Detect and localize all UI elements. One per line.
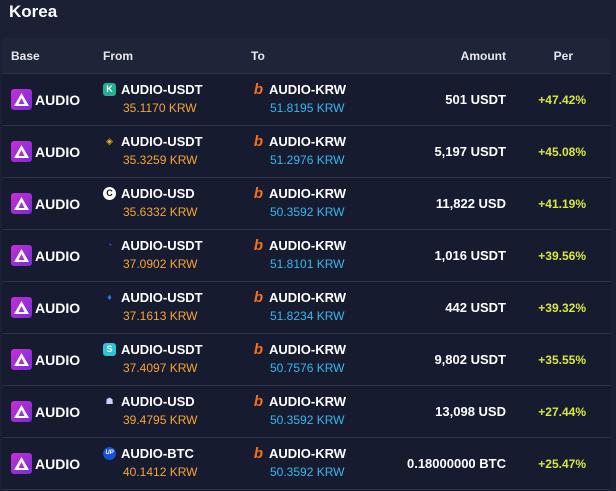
from-price: 37.4097 KRW <box>123 361 198 375</box>
gate-icon[interactable]: ◔ <box>103 239 116 252</box>
from-pair[interactable]: AUDIO-USDT <box>121 82 203 97</box>
to-price: 50.3592 KRW <box>270 465 345 479</box>
amount: 501 USDT <box>445 92 506 107</box>
from-price: 35.1170 KRW <box>123 101 197 115</box>
audio-icon <box>11 245 32 266</box>
bithumb-icon[interactable]: b <box>252 82 265 97</box>
binance-icon[interactable]: ◈ <box>103 135 116 148</box>
bithumb-icon[interactable]: b <box>252 290 265 305</box>
to-pair[interactable]: AUDIO-KRW <box>269 394 346 409</box>
from-price: 37.1613 KRW <box>123 309 198 323</box>
per-percent: +39.32% <box>538 301 586 315</box>
from-pair[interactable]: AUDIO-USDT <box>121 290 203 305</box>
per-percent: +45.08% <box>538 145 586 159</box>
audio-icon <box>11 349 32 370</box>
amount: 5,197 USDT <box>434 144 506 159</box>
coinbase-icon[interactable]: C <box>103 187 116 200</box>
table-header: Base From To Amount Per <box>2 38 611 74</box>
from-pair[interactable]: AUDIO-USDT <box>121 342 203 357</box>
base-asset[interactable]: AUDIO <box>35 144 80 160</box>
audio-icon <box>11 453 32 474</box>
audio-icon <box>11 141 32 162</box>
audio-icon <box>11 401 32 422</box>
per-percent: +35.55% <box>538 353 586 367</box>
from-price: 35.3259 KRW <box>123 153 198 167</box>
to-price: 51.8101 KRW <box>270 257 345 271</box>
bithumb-icon[interactable]: b <box>252 186 265 201</box>
table-row[interactable]: AUDIO UP AUDIO-BTC 40.1412 KRW b AUDIO-K… <box>2 438 611 490</box>
header-amount[interactable]: Amount <box>461 49 506 63</box>
from-pair[interactable]: AUDIO-USD <box>121 394 195 409</box>
base-asset[interactable]: AUDIO <box>35 248 80 264</box>
to-pair[interactable]: AUDIO-KRW <box>269 290 346 305</box>
section-header: Korea <box>0 0 616 30</box>
audio-icon <box>11 89 32 110</box>
per-percent: +47.42% <box>538 93 586 107</box>
table-row[interactable]: AUDIO K AUDIO-USDT 35.1170 KRW b AUDIO-K… <box>2 74 611 126</box>
header-per[interactable]: Per <box>554 49 573 63</box>
amount: 11,822 USD <box>435 196 506 211</box>
per-percent: +39.56% <box>538 249 586 263</box>
from-price: 40.1412 KRW <box>123 465 198 479</box>
bithumb-icon[interactable]: b <box>252 446 265 461</box>
kraken-icon[interactable]: ☗ <box>103 395 116 408</box>
table-row[interactable]: AUDIO C AUDIO-USD 35.6332 KRW b AUDIO-KR… <box>2 178 611 230</box>
header-from[interactable]: From <box>103 49 133 63</box>
per-percent: +25.47% <box>538 457 586 471</box>
amount: 1,016 USDT <box>434 248 506 263</box>
base-asset[interactable]: AUDIO <box>35 456 80 472</box>
from-pair[interactable]: AUDIO-USD <box>121 186 195 201</box>
to-price: 50.3592 KRW <box>270 205 345 219</box>
audio-icon <box>11 193 32 214</box>
table-row[interactable]: AUDIO ☗ AUDIO-USD 39.4795 KRW b AUDIO-KR… <box>2 386 611 438</box>
per-percent: +27.44% <box>538 405 586 419</box>
header-base[interactable]: Base <box>11 49 40 63</box>
to-price: 50.7576 KRW <box>270 361 345 375</box>
base-asset[interactable]: AUDIO <box>35 404 80 420</box>
header-to[interactable]: To <box>251 49 265 63</box>
to-pair[interactable]: AUDIO-KRW <box>269 82 346 97</box>
table-row[interactable]: AUDIO ♦ AUDIO-USDT 37.1613 KRW b AUDIO-K… <box>2 282 611 334</box>
bithumb-icon[interactable]: b <box>252 394 265 409</box>
upbit-icon[interactable]: UP <box>103 447 116 460</box>
to-pair[interactable]: AUDIO-KRW <box>269 342 346 357</box>
amount: 13,098 USD <box>435 404 506 419</box>
from-pair[interactable]: AUDIO-USDT <box>121 238 203 253</box>
amount: 442 USDT <box>445 300 506 315</box>
table-row[interactable]: AUDIO ◈ AUDIO-USDT 35.3259 KRW b AUDIO-K… <box>2 126 611 178</box>
from-pair[interactable]: AUDIO-USDT <box>121 134 203 149</box>
arbitrage-table: Base From To Amount Per AUDIO K AUDIO-US… <box>2 38 611 491</box>
amount: 9,802 USDT <box>434 352 506 367</box>
from-pair[interactable]: AUDIO-BTC <box>121 446 194 461</box>
from-price: 37.0902 KRW <box>123 257 198 271</box>
base-asset[interactable]: AUDIO <box>35 300 80 316</box>
section-title: Korea <box>9 2 58 21</box>
to-price: 50.3592 KRW <box>270 413 345 427</box>
to-pair[interactable]: AUDIO-KRW <box>269 238 346 253</box>
bybit-icon[interactable]: S <box>103 343 116 356</box>
table-row[interactable]: AUDIO S AUDIO-USDT 37.4097 KRW b AUDIO-K… <box>2 334 611 386</box>
base-asset[interactable]: AUDIO <box>35 196 80 212</box>
table-row[interactable]: AUDIO ◔ AUDIO-USDT 37.0902 KRW b AUDIO-K… <box>2 230 611 282</box>
huobi-icon[interactable]: ♦ <box>103 291 116 304</box>
from-price: 39.4795 KRW <box>123 413 198 427</box>
base-asset[interactable]: AUDIO <box>35 92 80 108</box>
to-pair[interactable]: AUDIO-KRW <box>269 134 346 149</box>
bithumb-icon[interactable]: b <box>252 134 265 149</box>
to-price: 51.2976 KRW <box>270 153 345 167</box>
base-asset[interactable]: AUDIO <box>35 352 80 368</box>
audio-icon <box>11 297 32 318</box>
to-price: 51.8195 KRW <box>270 101 345 115</box>
to-pair[interactable]: AUDIO-KRW <box>269 186 346 201</box>
from-price: 35.6332 KRW <box>123 205 198 219</box>
to-pair[interactable]: AUDIO-KRW <box>269 446 346 461</box>
to-price: 51.8234 KRW <box>270 309 345 323</box>
bithumb-icon[interactable]: b <box>252 238 265 253</box>
amount: 0.18000000 BTC <box>406 456 506 471</box>
kucoin-icon[interactable]: K <box>103 83 116 96</box>
bithumb-icon[interactable]: b <box>252 342 265 357</box>
per-percent: +41.19% <box>538 197 586 211</box>
